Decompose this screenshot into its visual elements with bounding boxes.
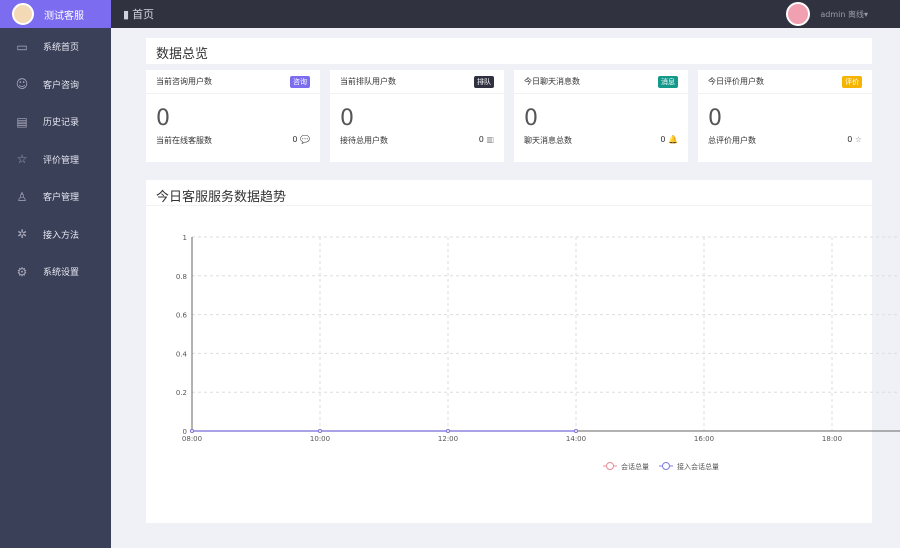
brand[interactable]: 测试客服 — [0, 0, 111, 28]
card-value: 0 — [340, 106, 354, 131]
card-value: 0 — [156, 106, 170, 131]
smile-icon: ☺ — [15, 77, 29, 92]
overview-title: 数据总览 — [156, 47, 209, 62]
card-title: 当前咨询用户数 — [156, 77, 212, 86]
card-sub-label: 接待总用户数 — [340, 136, 388, 145]
stat-card: 今日聊天消息数 消息 0 聊天消息总数 0 🔔 — [514, 70, 688, 162]
queue-icon: ▥ — [486, 135, 494, 144]
avatar — [12, 3, 34, 25]
breadcrumb[interactable]: 首页 — [132, 6, 154, 22]
card-sub-value: 0 — [292, 135, 298, 144]
star-icon: ☆ — [854, 135, 862, 144]
sidebar-item-label: 评价管理 — [43, 155, 80, 166]
status-dropdown[interactable]: 离线▾ — [848, 9, 868, 20]
card-value: 0 — [524, 106, 538, 131]
card-title: 当前排队用户数 — [340, 77, 396, 86]
card-sub-value: 0 — [847, 135, 853, 144]
card-title: 今日评价用户数 — [708, 77, 764, 86]
stat-card: 今日评价用户数 评价 0 总评价用户数 0 ☆ — [698, 70, 872, 162]
sidebar-item-label: 客户咨询 — [43, 80, 80, 91]
sidebar-item-6[interactable]: ⚙ 系统设置 — [0, 253, 111, 291]
sidebar-item-5[interactable]: ✲ 接入方法 — [0, 216, 111, 254]
bell-icon: 🔔 — [668, 135, 678, 144]
sidebar: 测试客服 ▭ 系统首页 ☺ 客户咨询 ▤ 历史记录 ☆ 评价管理 ♙ 客户管理 ✲ 接入方法 ⚙ 系统设置 — [0, 0, 111, 548]
card-badge: 消息 — [658, 75, 678, 88]
window-icon: ▭ — [16, 39, 28, 54]
sidebar-item-label: 客户管理 — [43, 193, 80, 204]
record-icon: ▤ — [16, 114, 28, 129]
overview-panel: 数据总览 — [146, 38, 872, 64]
header: ▮ 首页 admin 离线▾ — [111, 0, 900, 28]
card-sub-label: 当前在线客服数 — [156, 136, 212, 145]
puzzle-icon: ✲ — [16, 227, 28, 242]
chat-icon: 💬 — [300, 135, 310, 144]
user-icon: ♙ — [16, 189, 28, 204]
sidebar-item-1[interactable]: ☺ 客户咨询 — [0, 66, 111, 104]
sidebar-item-label: 系统首页 — [43, 43, 80, 54]
user-menu[interactable]: admin 离线▾ — [786, 2, 868, 26]
card-badge: 评价 — [842, 75, 862, 88]
card-sub-label: 总评价用户数 — [708, 136, 756, 145]
brand-name: 测试客服 — [44, 10, 84, 22]
trend-title: 今日客服服务数据趋势 — [146, 180, 872, 206]
card-value: 0 — [708, 106, 722, 131]
card-badge: 排队 — [474, 75, 494, 88]
avatar — [786, 2, 811, 26]
sidebar-item-0[interactable]: ▭ 系统首页 — [0, 28, 111, 66]
stat-card: 当前咨询用户数 咨询 0 当前在线客服数 0 💬 — [146, 70, 320, 162]
sidebar-item-2[interactable]: ▤ 历史记录 — [0, 103, 111, 141]
star-icon: ☆ — [16, 152, 28, 167]
card-title: 今日聊天消息数 — [524, 77, 580, 86]
stat-card: 当前排队用户数 排队 0 接待总用户数 0 ▥ — [330, 70, 504, 162]
sidebar-item-label: 历史记录 — [43, 118, 80, 129]
sidebar-item-label: 接入方法 — [43, 230, 80, 241]
trend-panel: 今日客服服务数据趋势 — [146, 180, 872, 523]
sidebar-item-3[interactable]: ☆ 评价管理 — [0, 141, 111, 179]
bookmark-icon: ▮ — [123, 7, 130, 21]
sidebar-item-label: 系统设置 — [43, 268, 80, 279]
username: admin — [820, 9, 846, 19]
card-sub-value: 0 — [660, 135, 666, 144]
gear-icon: ⚙ — [16, 264, 28, 279]
sidebar-item-4[interactable]: ♙ 客户管理 — [0, 178, 111, 216]
card-badge: 咨询 — [290, 75, 310, 88]
card-sub-label: 聊天消息总数 — [524, 136, 572, 145]
card-sub-value: 0 — [478, 135, 484, 144]
